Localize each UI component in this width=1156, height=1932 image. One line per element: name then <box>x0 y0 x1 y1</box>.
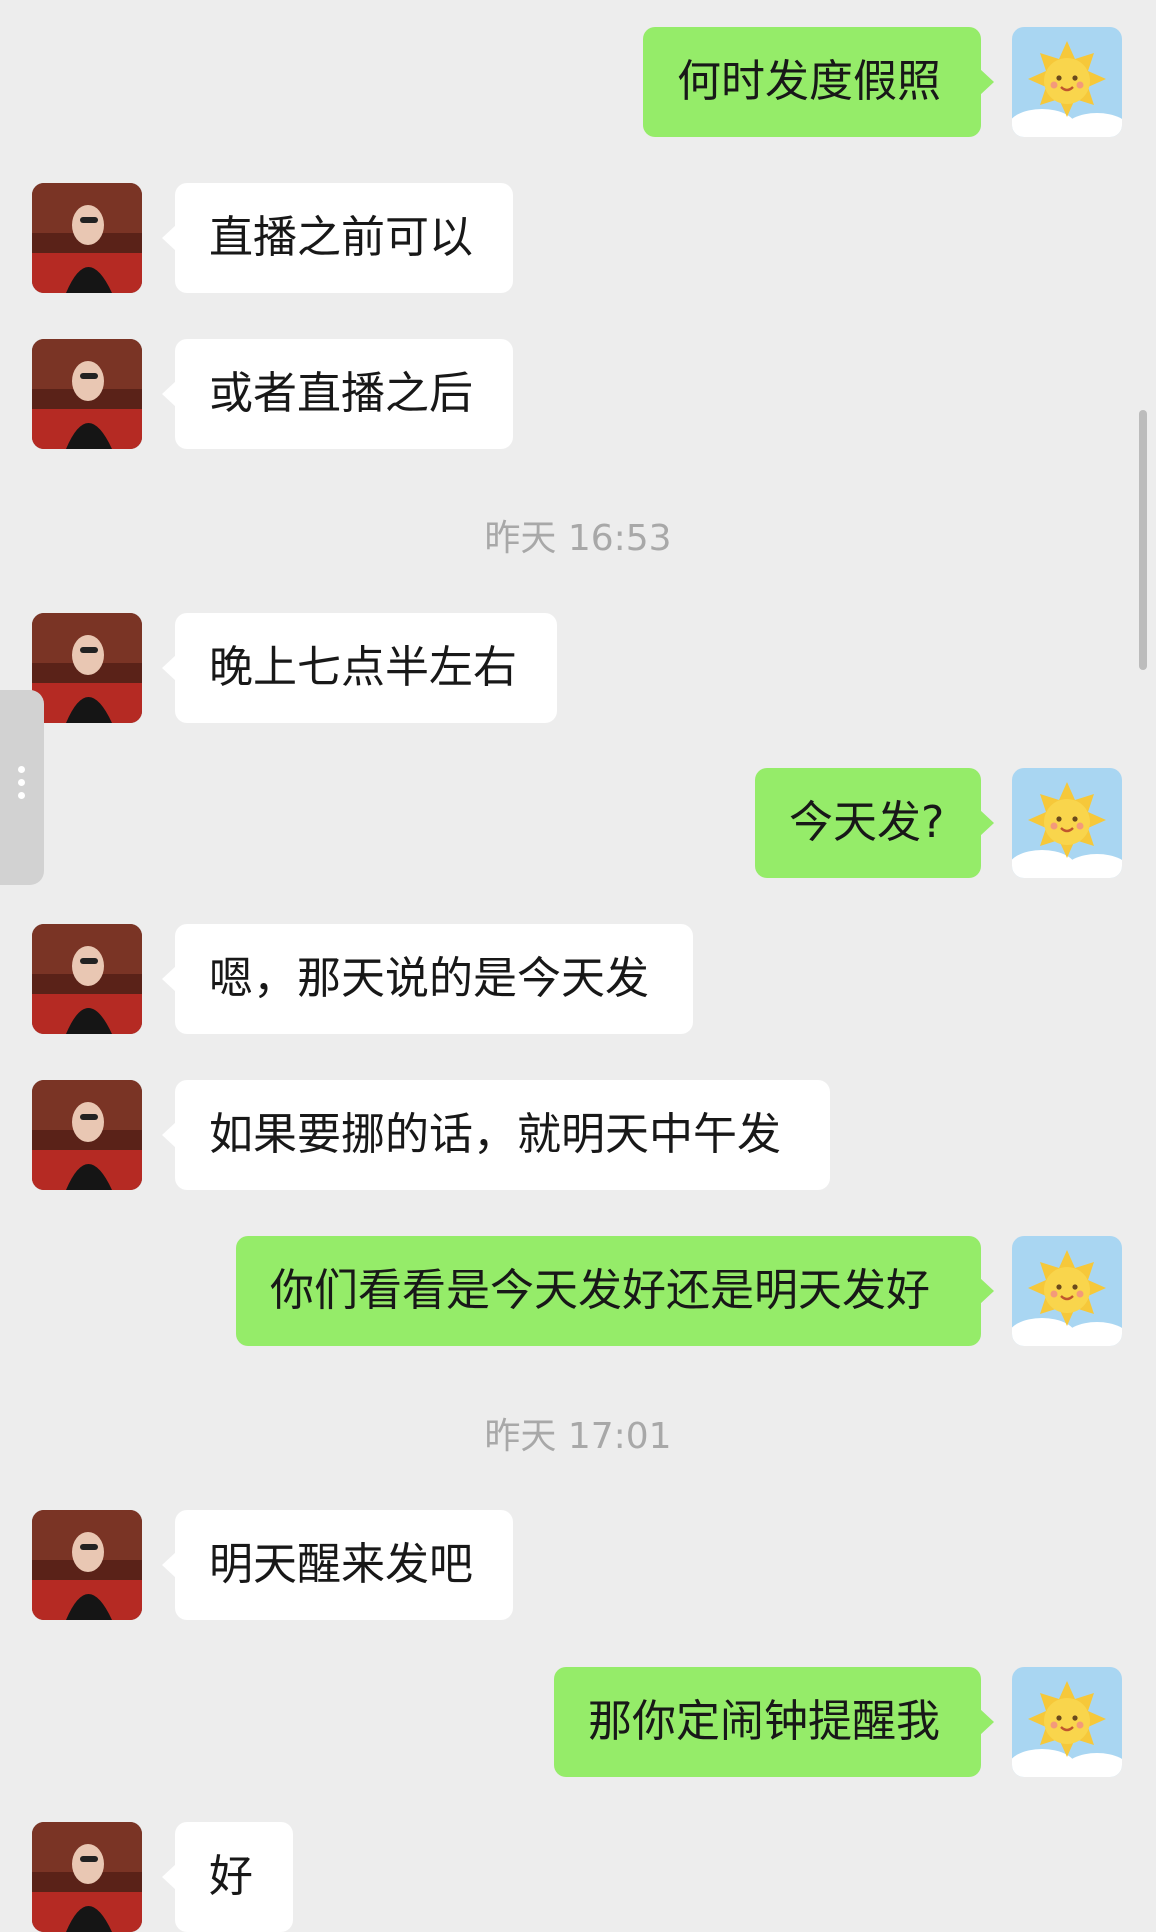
sun-character-icon <box>1012 27 1122 137</box>
timestamp-divider: 昨天 16:53 <box>484 518 672 559</box>
person-photo-icon <box>32 339 142 449</box>
my-avatar[interactable] <box>1012 1667 1122 1777</box>
message-text: 如果要挪的话，就明天中午发 <box>209 1109 781 1160</box>
person-photo-icon <box>32 924 142 1034</box>
contact-avatar[interactable] <box>32 1510 142 1620</box>
sun-character-icon <box>1012 1667 1122 1777</box>
message-text: 晚上七点半左右 <box>209 642 517 693</box>
contact-avatar[interactable] <box>32 924 142 1034</box>
contact-avatar[interactable] <box>32 1822 142 1932</box>
side-drawer-handle[interactable] <box>0 690 44 885</box>
message-text: 何时发度假照 <box>677 56 941 107</box>
my-avatar[interactable] <box>1012 27 1122 137</box>
person-photo-icon <box>32 1080 142 1190</box>
message-text: 今天发? <box>789 797 945 848</box>
message-bubble-outgoing[interactable]: 何时发度假照 <box>643 27 994 137</box>
contact-avatar[interactable] <box>32 613 142 723</box>
person-photo-icon <box>32 183 142 293</box>
timestamp-divider: 昨天 17:01 <box>484 1416 672 1457</box>
my-avatar[interactable] <box>1012 768 1122 878</box>
scrollbar[interactable] <box>1139 410 1147 670</box>
person-photo-icon <box>32 1510 142 1620</box>
contact-avatar[interactable] <box>32 339 142 449</box>
sun-character-icon <box>1012 1236 1122 1346</box>
message-bubble-incoming[interactable]: 好 <box>162 1822 293 1932</box>
person-photo-icon <box>32 613 142 723</box>
message-bubble-incoming[interactable]: 晚上七点半左右 <box>162 613 557 723</box>
message-text: 直播之前可以 <box>209 212 473 263</box>
message-text: 或者直播之后 <box>209 368 473 419</box>
message-text: 你们看看是今天发好还是明天发好 <box>270 1265 930 1316</box>
person-photo-icon <box>32 1822 142 1932</box>
message-bubble-incoming[interactable]: 明天醒来发吧 <box>162 1510 513 1620</box>
sun-character-icon <box>1012 768 1122 878</box>
message-bubble-outgoing[interactable]: 你们看看是今天发好还是明天发好 <box>236 1236 994 1346</box>
my-avatar[interactable] <box>1012 1236 1122 1346</box>
message-bubble-incoming[interactable]: 如果要挪的话，就明天中午发 <box>162 1080 830 1190</box>
message-text: 嗯，那天说的是今天发 <box>209 953 649 1004</box>
contact-avatar[interactable] <box>32 183 142 293</box>
message-bubble-incoming[interactable]: 或者直播之后 <box>162 339 513 449</box>
message-bubble-outgoing[interactable]: 今天发? <box>755 768 994 878</box>
more-dots-icon <box>18 766 25 805</box>
message-text: 好 <box>209 1851 253 1902</box>
message-text: 那你定闹钟提醒我 <box>588 1696 940 1747</box>
message-bubble-outgoing[interactable]: 那你定闹钟提醒我 <box>554 1667 994 1777</box>
message-text: 明天醒来发吧 <box>209 1539 473 1590</box>
message-bubble-incoming[interactable]: 嗯，那天说的是今天发 <box>162 924 693 1034</box>
chat-message-list[interactable]: 何时发度假照 直播之前可以 或者直播之后 昨天 16:53 晚上七点半左右 今天… <box>0 0 1156 1932</box>
contact-avatar[interactable] <box>32 1080 142 1190</box>
message-bubble-incoming[interactable]: 直播之前可以 <box>162 183 513 293</box>
